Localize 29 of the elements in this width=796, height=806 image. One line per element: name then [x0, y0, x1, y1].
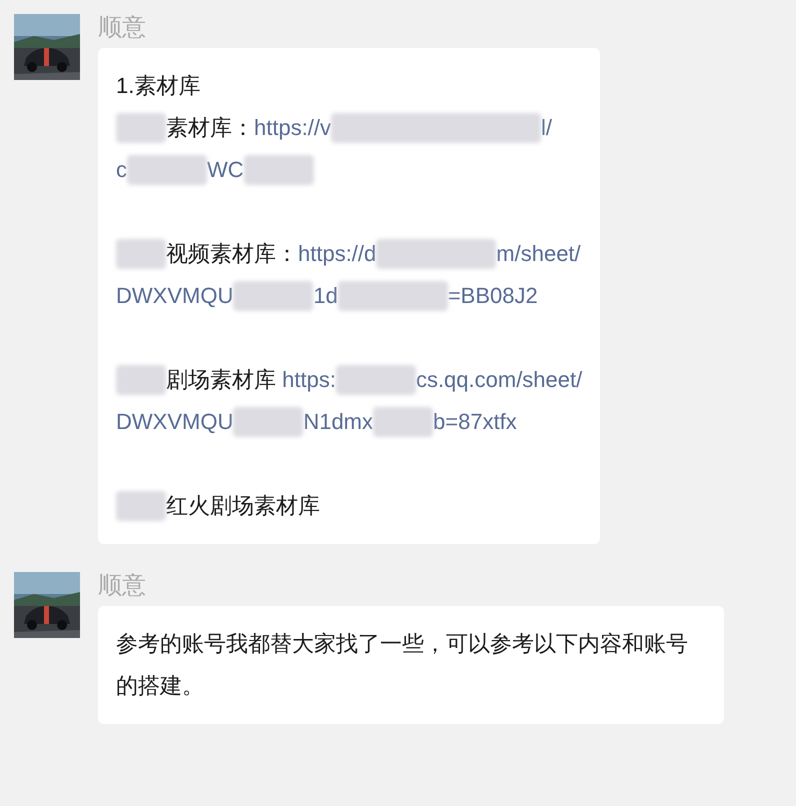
link-text[interactable]: b=87xtfx [433, 401, 517, 443]
link-text[interactable]: https: [282, 359, 336, 401]
link-text[interactable]: c [116, 149, 127, 191]
message-text: 剧场素材库 [166, 366, 277, 394]
redaction-blur [116, 113, 166, 143]
link-text[interactable]: m/sheet/ [496, 233, 581, 275]
redaction-blur [233, 407, 304, 437]
message-text: 视频素材库： [166, 240, 298, 268]
link-text[interactable]: l/ [541, 107, 552, 149]
sender-name: 顺意 [98, 571, 146, 601]
link-text[interactable]: =BB08J2 [448, 275, 538, 317]
link-text[interactable]: cs.qq.com/sheet/ [416, 359, 582, 401]
link-text[interactable]: 1d [313, 275, 338, 317]
message-text: 素材库： [166, 114, 254, 142]
redaction-blur [244, 155, 314, 185]
message-text: 参考的账号我都替大家找了一些，可以参考以下内容和账号的搭建。 [116, 631, 688, 698]
redaction-blur [116, 491, 166, 521]
redaction-blur [116, 365, 166, 395]
message-text: 1.素材库 [116, 73, 200, 98]
link-text[interactable]: WC [207, 149, 244, 191]
link-text[interactable]: https://v [254, 107, 332, 149]
sender-name: 顺意 [98, 13, 146, 43]
link-text[interactable]: DWXVMQU [116, 401, 234, 443]
redaction-blur [373, 407, 434, 437]
link-text[interactable]: https://d [298, 233, 376, 275]
link-text[interactable]: DWXVMQU [116, 275, 234, 317]
link-text[interactable]: N1dmx [303, 401, 374, 443]
message-text: 红火剧场素材库 [166, 492, 320, 520]
redaction-blur [116, 239, 166, 269]
